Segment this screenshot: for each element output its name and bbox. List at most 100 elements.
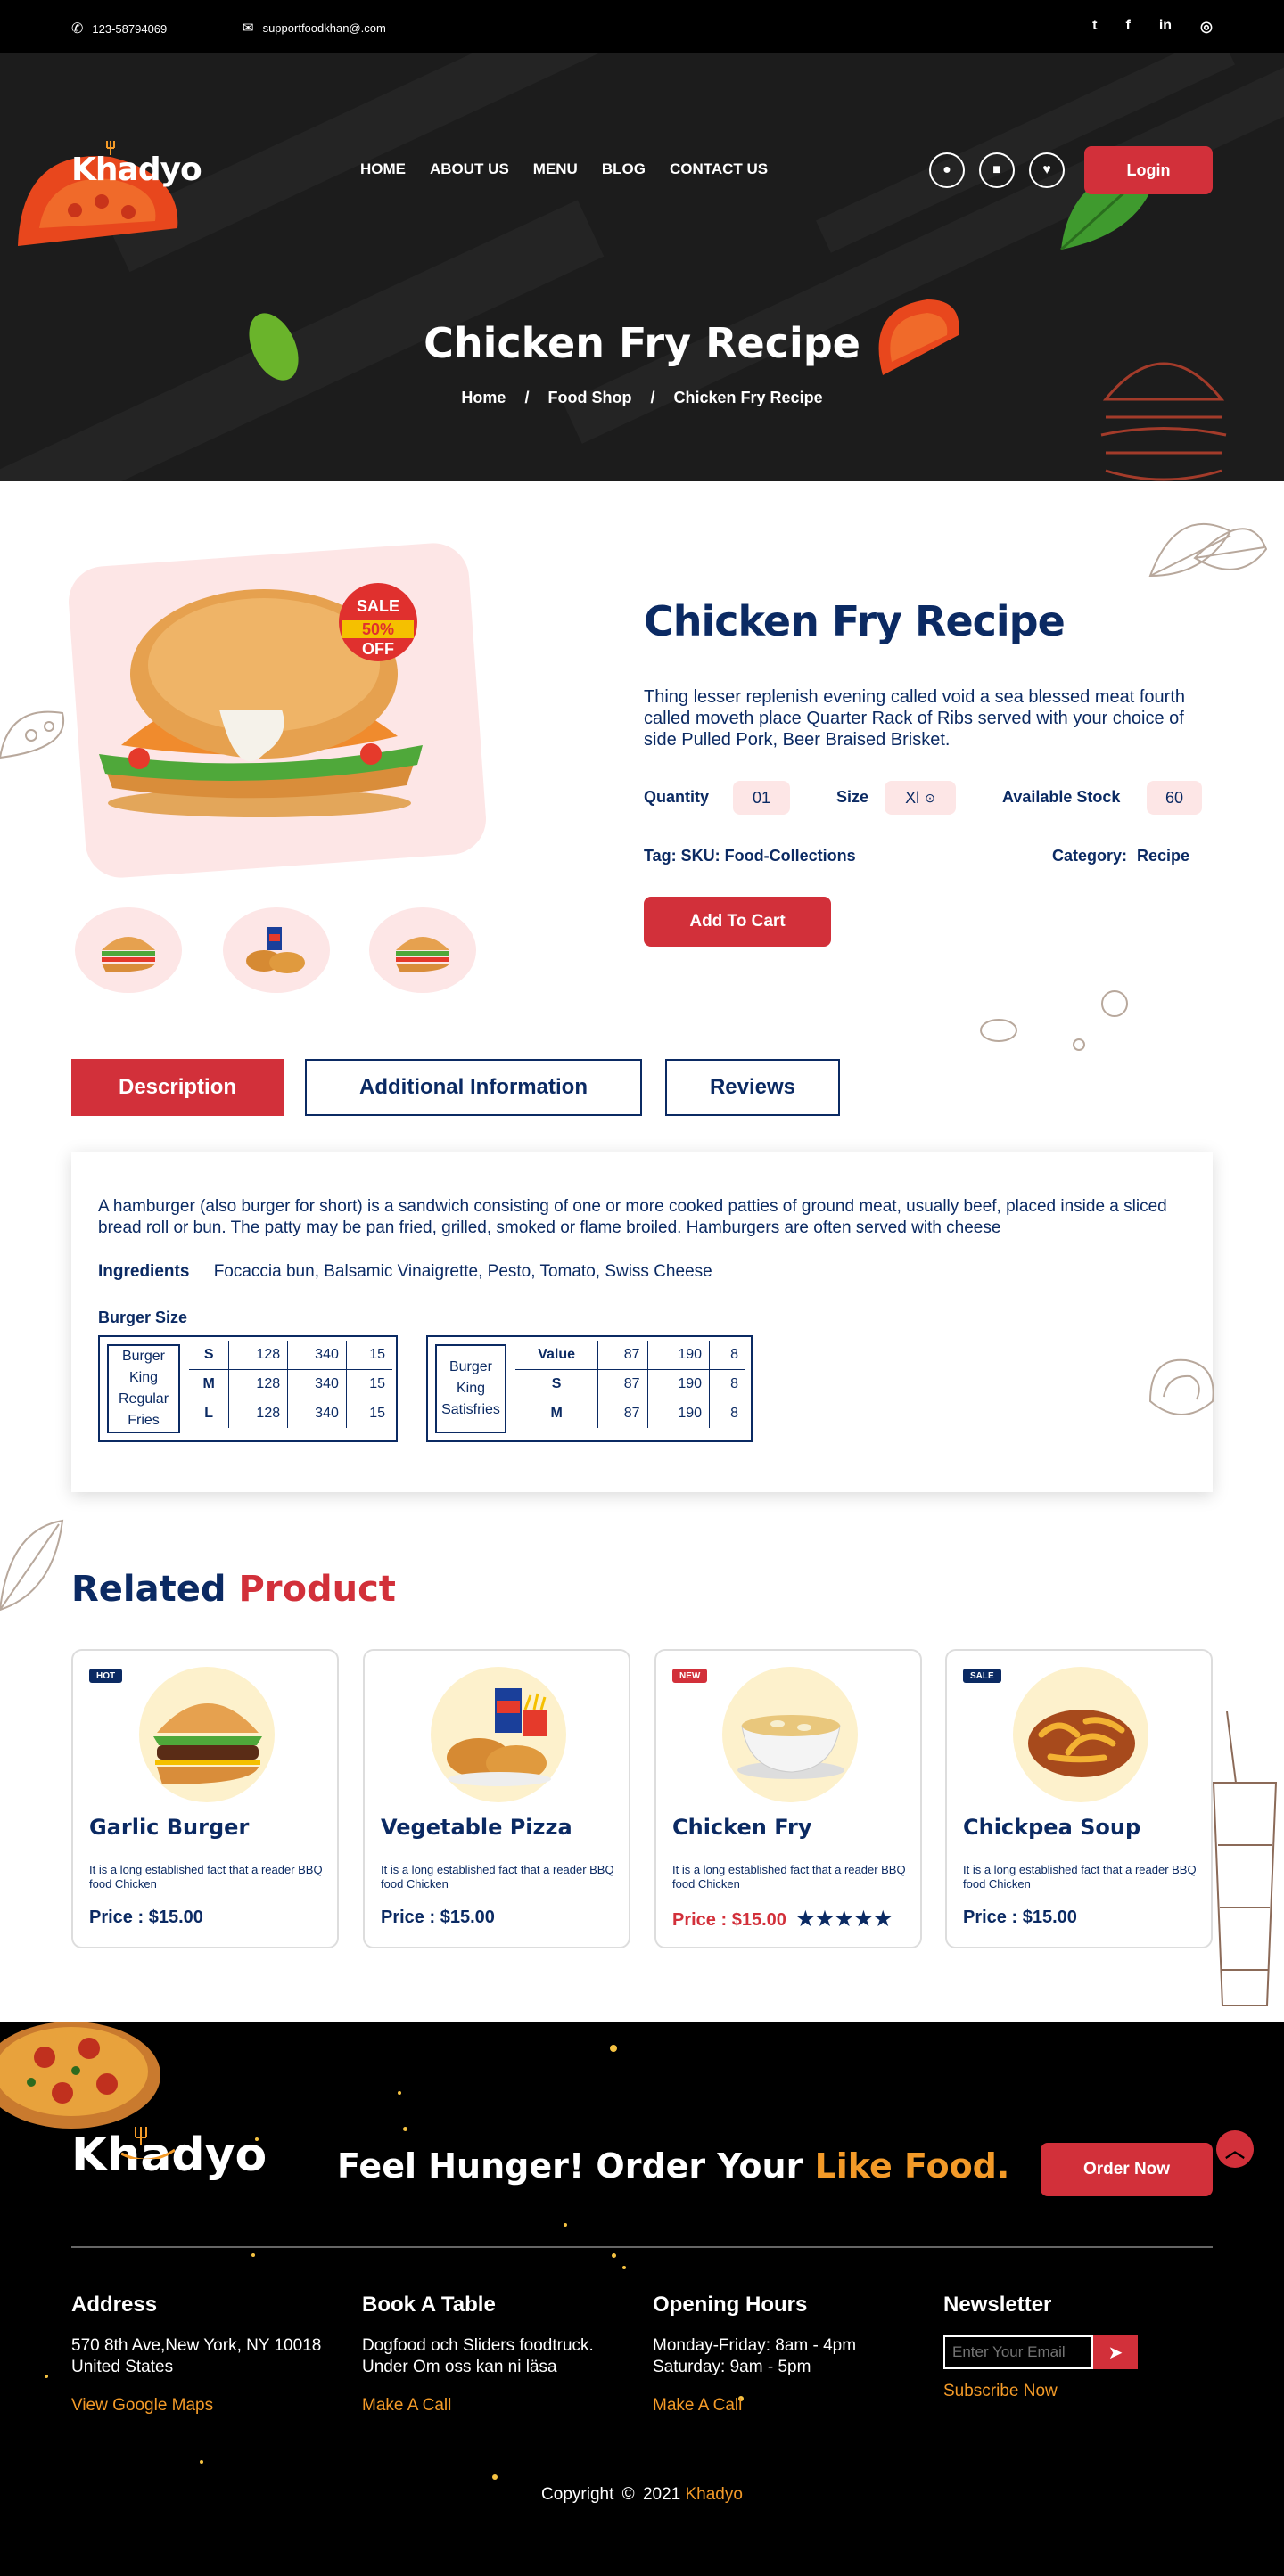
send-icon[interactable]: ➤ [1093, 2335, 1138, 2369]
size-table-1-name: Burger King Regular Fries [107, 1344, 180, 1433]
size-table-cell: 190 [647, 1399, 711, 1428]
burger-size-heading: Burger Size [98, 1309, 188, 1326]
ingredients-label: Ingredients [98, 1262, 190, 1281]
size-table-cell: 340 [287, 1399, 347, 1428]
quantity-field[interactable]: 01 [733, 781, 790, 815]
product-card-title[interactable]: Garlic Burger [89, 1815, 249, 1840]
heart-icon[interactable]: ♥ [1029, 152, 1065, 188]
thumbnail-2[interactable] [223, 907, 330, 993]
site-footer: Khadyo Feel Hunger! Order Your Like Food… [0, 2022, 1284, 2576]
size-label: Size [836, 788, 869, 806]
header-icons: ● ■ ♥ [929, 152, 1065, 188]
category-value[interactable]: Recipe [1137, 847, 1189, 865]
footer-opening-hours: Opening Hours Monday-Friday: 8am - 4pm S… [653, 2293, 857, 2416]
size-table-1: Burger King Regular Fries S 128 340 15 M 128 3… [98, 1335, 398, 1442]
tab-additional-information[interactable]: Additional Information [305, 1059, 642, 1116]
size-table-cell: 87 [597, 1399, 648, 1428]
twitter-icon[interactable]: t [1092, 18, 1097, 36]
product-card[interactable]: Vegetable Pizza It is a long established… [363, 1649, 630, 1948]
quantity-label: Quantity [644, 788, 710, 806]
facebook-icon[interactable]: f [1125, 18, 1130, 36]
hero-banner: Khadyo HOME ABOUT US MENU BLOG CONTACT U… [0, 53, 1284, 481]
mail-icon: ✉ [243, 21, 254, 36]
sale-badge-small: SALE [963, 1669, 1001, 1683]
size-table-row: S 87 190 8 [515, 1369, 745, 1399]
product-card-price: Price : $15.00 [89, 1907, 203, 1927]
burger-thumb-image [102, 937, 155, 972]
product-card-text: It is a long established fact that a rea… [89, 1863, 323, 1891]
order-now-button[interactable]: Order Now [1041, 2143, 1213, 2196]
description-text: A hamburger (also burger for short) is a… [98, 1197, 1167, 1237]
related-section-title: Related Product [71, 1569, 396, 1610]
size-table-cell: M [189, 1369, 230, 1399]
site-logo[interactable]: Khadyo [71, 152, 202, 188]
size-table-cell: S [515, 1369, 599, 1399]
email-contact[interactable]: ✉ supportfoodkhan@.com [243, 20, 386, 36]
scroll-to-top-button[interactable]: ︿ [1216, 2130, 1254, 2168]
product-card-price: Price : $15.00 [381, 1907, 495, 1927]
chicken-fry-image [737, 1715, 844, 1779]
size-table-cell: 128 [228, 1399, 289, 1428]
product-card[interactable]: HOT Garlic Burger It is a long establish… [71, 1649, 339, 1948]
nav-item-about[interactable]: ABOUT US [430, 160, 509, 178]
size-table-cell: 128 [228, 1369, 289, 1399]
nav-item-menu[interactable]: MENU [533, 160, 578, 178]
chevron-up-icon: ︿ [1224, 2139, 1245, 2162]
breadcrumb-home[interactable]: Home [461, 389, 506, 406]
bag-icon[interactable]: ■ [979, 152, 1015, 188]
product-title: Chicken Fry Recipe [644, 597, 1066, 645]
product-card[interactable]: SALE Chickpea Soup It is a long establis… [945, 1649, 1213, 1948]
size-table-cell: 87 [597, 1369, 648, 1399]
size-table-row: L 128 340 15 [189, 1399, 392, 1428]
sale-badge-line3: OFF [362, 640, 394, 658]
chicken-thumb-image [246, 927, 305, 973]
product-card-title[interactable]: Chicken Fry [672, 1815, 812, 1840]
make-a-call-link[interactable]: Make A Call [362, 2396, 594, 2416]
footer-slogan: Feel Hunger! Order Your Like Food. [337, 2146, 1010, 2186]
category-label: Category: [1052, 847, 1128, 865]
footer-newsletter: Newsletter ➤ Subscribe Now [943, 2293, 1138, 2401]
breadcrumb: Home / Food Shop / Chicken Fry Recipe [461, 389, 823, 406]
add-to-cart-button[interactable]: Add To Cart [644, 897, 831, 947]
fork-icon [106, 141, 115, 155]
breadcrumb-food-shop[interactable]: Food Shop [547, 389, 631, 406]
nav-item-contact[interactable]: CONTACT US [670, 160, 768, 178]
instagram-icon[interactable]: ◎ [1200, 18, 1213, 36]
size-table-cell: L [189, 1399, 230, 1428]
sale-badge: SALE 50% OFF [339, 583, 417, 661]
ingredients-row: Ingredients Focaccia bun, Balsamic Vinai… [98, 1262, 712, 1282]
make-a-call-link[interactable]: Make A Call [653, 2396, 856, 2416]
size-table-cell: Value [515, 1341, 599, 1370]
thumbnail-3[interactable] [369, 907, 476, 993]
subscribe-now-link[interactable]: Subscribe Now [943, 2382, 1138, 2401]
product-card-title[interactable]: Chickpea Soup [963, 1815, 1140, 1840]
phone-contact[interactable]: ✆ 123-58794069 [71, 20, 167, 37]
size-table-2-grid: Value 87 190 8 S 87 190 8 M 87 190 8 [515, 1341, 745, 1428]
garlic-burger-image [153, 1703, 262, 1784]
new-badge: NEW [672, 1669, 708, 1683]
product-card-text: It is a long established fact that a rea… [381, 1863, 614, 1891]
social-links: t f in ◎ [1092, 18, 1213, 36]
tab-description[interactable]: Description [71, 1059, 284, 1116]
user-icon[interactable]: ● [929, 152, 965, 188]
burger-thumb-image [396, 937, 449, 972]
onion-sketch-decoration [1148, 1358, 1214, 1415]
product-card-price: Price : $15.00 ★★★★★ [672, 1907, 894, 1930]
thumbnail-1[interactable] [75, 907, 182, 993]
nav-item-home[interactable]: HOME [360, 160, 406, 178]
product-card[interactable]: NEW Chicken Fry It is a long established… [654, 1649, 922, 1948]
star-rating: ★★★★★ [796, 1907, 894, 1930]
phone-icon: ✆ [71, 21, 84, 37]
copyright-icon: © [621, 2485, 635, 2504]
view-google-maps-link[interactable]: View Google Maps [71, 2396, 321, 2416]
product-card-title[interactable]: Vegetable Pizza [381, 1815, 572, 1840]
nav-item-blog[interactable]: BLOG [602, 160, 646, 178]
tab-reviews[interactable]: Reviews [665, 1059, 840, 1116]
footer-address: Address 570 8th Ave,New York, NY 10018 U… [71, 2293, 322, 2416]
linkedin-icon[interactable]: in [1159, 18, 1172, 36]
size-select[interactable]: Xl ⊙ [885, 781, 956, 815]
login-button[interactable]: Login [1084, 146, 1213, 194]
newsletter-email-input[interactable] [943, 2335, 1093, 2369]
stock-value: 60 [1147, 781, 1202, 815]
product-card-text: It is a long established fact that a rea… [963, 1863, 1197, 1891]
